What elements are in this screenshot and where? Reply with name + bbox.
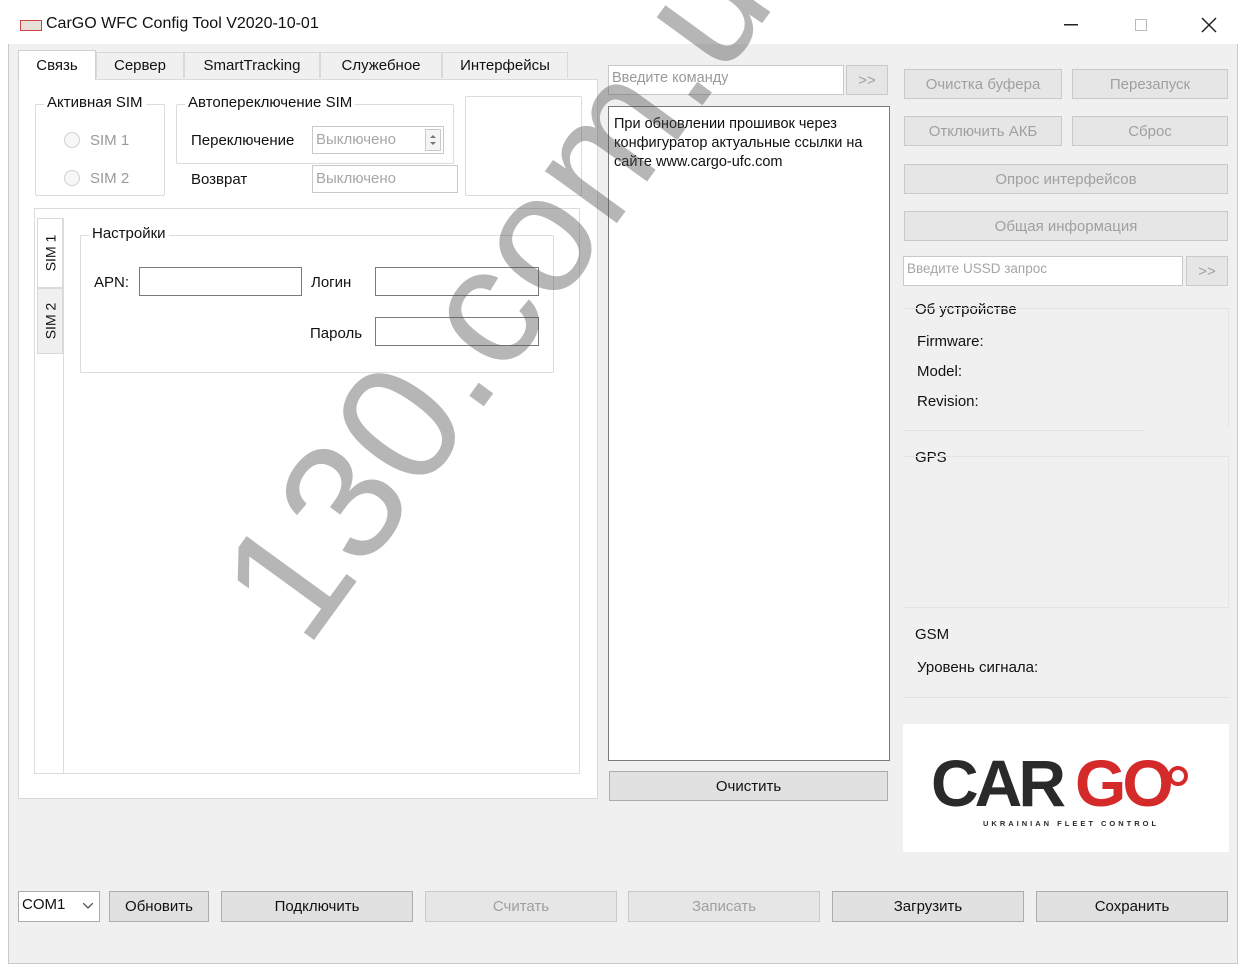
tab-server[interactable]: Сервер [96, 52, 184, 78]
return-field[interactable]: Выключено [312, 165, 458, 193]
refresh-button[interactable]: Обновить [109, 891, 209, 922]
chevron-down-icon [83, 903, 93, 909]
ussd-placeholder: Введите USSD запрос [907, 261, 1047, 276]
read-button[interactable]: Считать [425, 891, 617, 922]
send-ussd-button[interactable]: >> [1186, 256, 1228, 286]
save-button[interactable]: Сохранить [1036, 891, 1228, 922]
settings-group: Настройки [80, 225, 554, 373]
clear-console-button[interactable]: Очистить [609, 771, 888, 801]
general-info-button[interactable]: Общая информация [904, 211, 1228, 241]
empty-group [465, 96, 582, 196]
tab-smarttracking[interactable]: SmartTracking [184, 52, 320, 78]
vtab-divider [63, 218, 64, 774]
gsm-title: GSM [915, 626, 950, 643]
minimize-icon [1064, 24, 1078, 26]
close-icon [1201, 17, 1217, 33]
restart-button[interactable]: Перезапуск [1072, 69, 1228, 99]
login-label: Логин [311, 274, 352, 291]
divider [903, 697, 1229, 698]
clear-buffer-button[interactable]: Очистка буфера [904, 69, 1062, 99]
minimize-button[interactable] [1048, 6, 1094, 44]
poll-interfaces-button[interactable]: Опрос интерфейсов [904, 164, 1228, 194]
cargo-logo: CAR GO UKRAINIAN FLEET CONTROL [903, 724, 1229, 852]
active-sim-title: Активная SIM [44, 94, 146, 111]
password-label: Пароль [310, 325, 363, 342]
revision-label: Revision: [917, 393, 979, 410]
divider [903, 430, 1143, 431]
connect-button[interactable]: Подключить [221, 891, 413, 922]
sim1-radio-label: SIM 1 [90, 132, 130, 149]
send-command-button[interactable]: >> [846, 65, 888, 95]
command-input[interactable]: Введите команду [608, 65, 844, 95]
cargo-logo-mark: CAR GO UKRAINIAN FLEET CONTROL [931, 746, 1188, 828]
switch-stepper[interactable]: Выключено [312, 126, 444, 154]
sim1-radio[interactable] [64, 132, 80, 148]
settings-title: Настройки [89, 225, 169, 242]
tab-service[interactable]: Служебное [320, 52, 442, 78]
tab-interfaces[interactable]: Интерфейсы [442, 52, 568, 78]
title-bar: CarGO WFC Config Tool V2020-10-01 [8, 6, 1238, 44]
ussd-input[interactable]: Введите USSD запрос [903, 256, 1183, 286]
svg-text:GO: GO [1075, 746, 1171, 820]
maximize-icon [1135, 19, 1147, 31]
model-label: Model: [917, 363, 963, 380]
write-button[interactable]: Записать [628, 891, 820, 922]
tab-connection[interactable]: Связь [18, 50, 96, 80]
auto-switch-title: Автопереключение SIM [185, 94, 356, 111]
load-button[interactable]: Загрузить [832, 891, 1024, 922]
gps-group [903, 456, 1229, 608]
svg-text:UKRAINIAN FLEET CONTROL: UKRAINIAN FLEET CONTROL [983, 819, 1159, 828]
com-port-select[interactable]: COM1 [18, 891, 100, 922]
return-value: Выключено [316, 170, 396, 187]
console-text: При обновлении прошивок через конфигурат… [614, 116, 863, 170]
firmware-label: Firmware: [917, 333, 984, 350]
maximize-button [1118, 6, 1164, 44]
apn-field[interactable] [139, 267, 302, 296]
login-field[interactable] [375, 267, 539, 296]
disable-battery-button[interactable]: Отключить АКБ [904, 116, 1062, 146]
com-port-value: COM1 [22, 896, 66, 913]
close-button[interactable] [1186, 6, 1232, 44]
sim2-radio[interactable] [64, 170, 80, 186]
switch-label: Переключение [191, 132, 295, 149]
command-placeholder: Введите команду [612, 70, 729, 86]
apn-label: APN: [94, 274, 130, 291]
app-logo-icon [20, 20, 42, 31]
signal-label: Уровень сигнала: [917, 659, 1039, 676]
vtab-sim1-label: SIM 1 [42, 234, 59, 272]
password-field[interactable] [375, 317, 539, 346]
window-title: CarGO WFC Config Tool V2020-10-01 [46, 15, 319, 32]
sim2-radio-label: SIM 2 [90, 170, 130, 187]
vtab-sim2-label: SIM 2 [42, 302, 59, 340]
stepper-arrows-icon[interactable] [425, 129, 441, 151]
return-label: Возврат [191, 171, 248, 188]
switch-value: Выключено [316, 131, 396, 148]
vtab-sim1[interactable]: SIM 1 [37, 218, 63, 288]
console-output: При обновлении прошивок через конфигурат… [608, 106, 890, 761]
vtab-sim2[interactable]: SIM 2 [37, 288, 63, 354]
svg-text:CAR: CAR [931, 746, 1065, 820]
reset-button[interactable]: Сброс [1072, 116, 1228, 146]
